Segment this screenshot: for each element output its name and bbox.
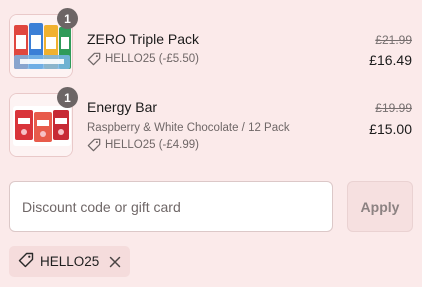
product-variant: Raspberry & White Chocolate / 12 Pack <box>87 122 290 134</box>
discount-code-input[interactable] <box>9 181 333 232</box>
quantity-badge: 1 <box>57 8 78 29</box>
tag-icon <box>18 252 34 271</box>
quantity-badge: 1 <box>57 87 78 108</box>
discounted-price: £16.49 <box>369 52 412 68</box>
product-title: ZERO Triple Pack <box>87 31 200 47</box>
apply-button[interactable]: Apply <box>347 181 413 232</box>
order-summary: 1 ZERO Triple Pack HELLO25 (-£5.50) £21.… <box>0 0 422 287</box>
line-discount: HELLO25 (-£5.50) <box>87 52 199 66</box>
discount-label: HELLO25 (-£5.50) <box>105 53 199 65</box>
discount-label: HELLO25 (-£4.99) <box>105 139 199 151</box>
applied-discount-chip: HELLO25 <box>9 246 131 277</box>
tag-icon <box>87 138 101 152</box>
line-item: 1 Energy Bar Raspberry & White Chocolate… <box>0 87 422 157</box>
line-discount: HELLO25 (-£4.99) <box>87 138 199 152</box>
line-item: 1 ZERO Triple Pack HELLO25 (-£5.50) £21.… <box>0 8 422 78</box>
product-title: Energy Bar <box>87 99 158 115</box>
original-price: £19.99 <box>375 101 412 115</box>
tag-icon <box>87 52 101 66</box>
original-price: £21.99 <box>375 33 412 47</box>
close-icon[interactable] <box>109 256 121 268</box>
discounted-price: £15.00 <box>369 121 412 137</box>
applied-code-label: HELLO25 <box>40 254 100 269</box>
